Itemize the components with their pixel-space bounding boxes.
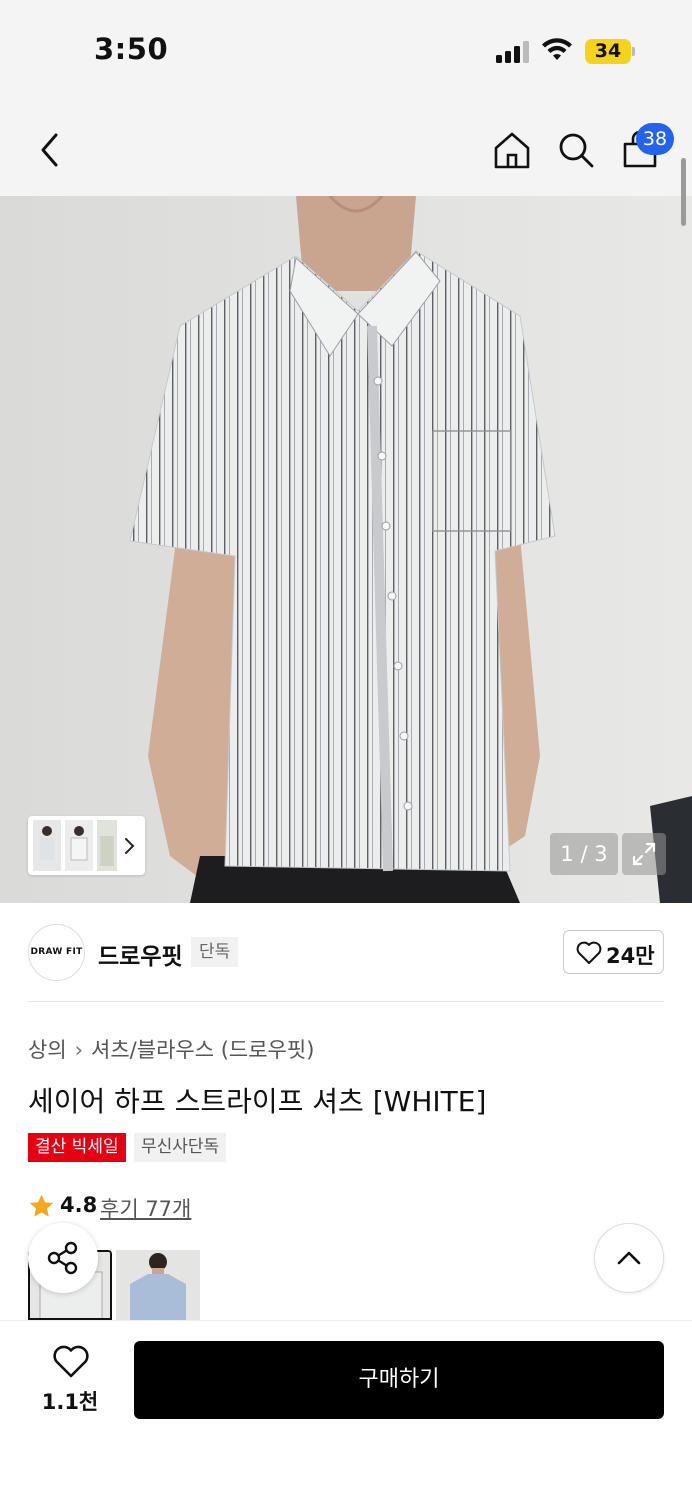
breadcrumb: 상의 › 셔츠/블라우스 (드로우핏)	[28, 1034, 314, 1064]
chevron-up-icon	[617, 1251, 641, 1265]
brand-like-count: 24만	[606, 944, 655, 968]
rating-score: 4.8	[60, 1193, 98, 1217]
divider	[28, 1001, 664, 1002]
scroll-to-top-button[interactable]	[594, 1223, 664, 1293]
scrollbar[interactable]	[681, 158, 686, 226]
gallery-counter: 1 / 3	[550, 833, 618, 875]
share-button[interactable]	[28, 1223, 98, 1293]
share-icon	[47, 1241, 78, 1275]
breadcrumb-subcategory[interactable]: 셔츠/블라우스 (드로우핏)	[91, 1038, 314, 1062]
expand-button[interactable]	[622, 833, 666, 875]
breadcrumb-category[interactable]: 상의	[28, 1038, 67, 1062]
product-photo	[0, 196, 692, 903]
battery-cap	[632, 47, 635, 56]
brand-logo[interactable]: DRAW FIT	[28, 924, 85, 981]
cart-count-badge: 38	[636, 123, 674, 155]
gallery-thumbnail-strip[interactable]	[28, 816, 145, 875]
expand-icon	[632, 842, 656, 866]
cellular-signal-icon	[496, 41, 532, 63]
status-bar: 3:50 34	[0, 0, 692, 96]
reviews-link[interactable]: 후기 77개	[100, 1193, 191, 1223]
wishlist-count: 1.1천	[41, 1390, 99, 1414]
product-title: 세이어 하프 스트라이프 셔츠 [WHITE]	[28, 1085, 487, 1118]
brand-like-button[interactable]: 24만	[563, 930, 664, 974]
musinsa-exclusive-badge: 무신사단독	[134, 1133, 227, 1162]
search-icon[interactable]	[556, 130, 596, 170]
sale-badge: 결산 빅세일	[28, 1133, 126, 1162]
chevron-right-icon	[125, 838, 135, 854]
brand-name[interactable]: 드로우핏	[98, 937, 183, 971]
heart-icon	[576, 941, 602, 964]
exclusive-tag: 단독	[191, 937, 239, 967]
product-image[interactable]	[0, 196, 692, 903]
wifi-icon	[542, 38, 572, 60]
color-option-image	[116, 1250, 200, 1320]
star-icon	[29, 1194, 54, 1217]
heart-icon	[53, 1345, 89, 1378]
color-option-blue[interactable]	[116, 1250, 200, 1320]
battery-icon: 34	[585, 39, 631, 64]
buy-button[interactable]: 구매하기	[134, 1341, 664, 1419]
home-icon[interactable]	[492, 130, 532, 170]
chevron-right-icon: ›	[74, 1038, 84, 1062]
back-arrow-icon[interactable]	[36, 132, 64, 168]
status-time: 3:50	[94, 32, 169, 66]
